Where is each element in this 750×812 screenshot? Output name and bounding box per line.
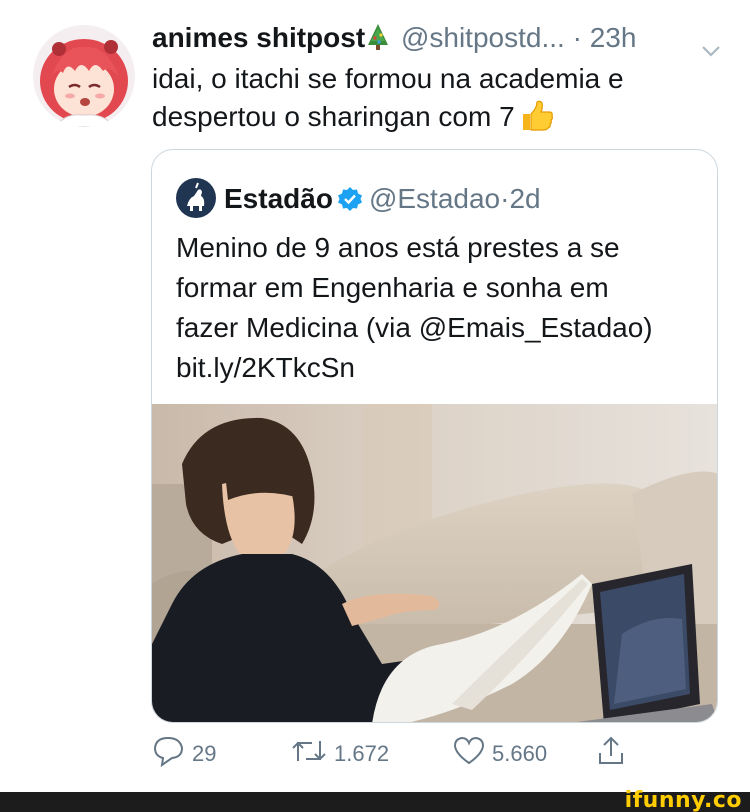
- thumbs-up-emoji: [519, 98, 555, 144]
- quote-author-handle[interactable]: @Estadao: [369, 183, 500, 214]
- quote-author-name[interactable]: Estadão: [224, 183, 333, 214]
- quote-text-line: fazer Medicina (via @Emais_Estadao): [176, 312, 653, 343]
- ifunny-watermark: ifunny.co: [624, 788, 742, 812]
- retweet-button[interactable]: 1.672: [290, 734, 389, 774]
- quote-text-line: formar em Engenharia e sonha em: [176, 272, 609, 303]
- quote-link[interactable]: bit.ly/2KTkcSn: [176, 348, 706, 388]
- tweet-actions: 29 1.672 5.660: [152, 734, 652, 778]
- separator: ·: [572, 22, 582, 53]
- tweet: animes shitpost @shitpostd... · 23h idai…: [0, 0, 750, 792]
- reply-button[interactable]: 29: [152, 734, 216, 774]
- like-count: 5.660: [492, 741, 548, 766]
- quote-text: Menino de 9 anos está prestes a se forma…: [176, 228, 706, 388]
- quote-photo[interactable]: [152, 404, 717, 722]
- christmas-tree-emoji: [367, 22, 389, 62]
- author-handle[interactable]: @shitpostd...: [401, 22, 565, 53]
- quote-header: Estadão @Estadao·2d: [176, 178, 541, 220]
- quoted-tweet[interactable]: Estadão @Estadao·2d Menino de 9 anos está…: [151, 149, 718, 723]
- quote-text-line: Menino de 9 anos está prestes a se: [176, 232, 620, 263]
- tweet-header: animes shitpost @shitpostd... · 23h: [152, 18, 742, 62]
- estadao-logo-icon[interactable]: [176, 178, 216, 218]
- share-button[interactable]: [596, 734, 632, 774]
- reply-icon: [152, 735, 192, 773]
- avatar[interactable]: [33, 25, 135, 127]
- author-name[interactable]: animes shitpost: [152, 22, 365, 53]
- like-button[interactable]: 5.660: [452, 734, 547, 774]
- retweet-count: 1.672: [334, 741, 390, 766]
- heart-icon: [452, 735, 492, 773]
- tweet-time[interactable]: 23h: [590, 22, 637, 53]
- footer-bar: ifunny.co: [0, 788, 750, 812]
- retweet-icon: [290, 735, 334, 773]
- reply-count: 29: [192, 741, 217, 766]
- tweet-text: idai, o itachi se formou na academia e d…: [152, 60, 732, 144]
- verified-badge-icon: [337, 183, 363, 223]
- share-icon: [596, 735, 632, 773]
- quote-time[interactable]: 2d: [509, 183, 540, 214]
